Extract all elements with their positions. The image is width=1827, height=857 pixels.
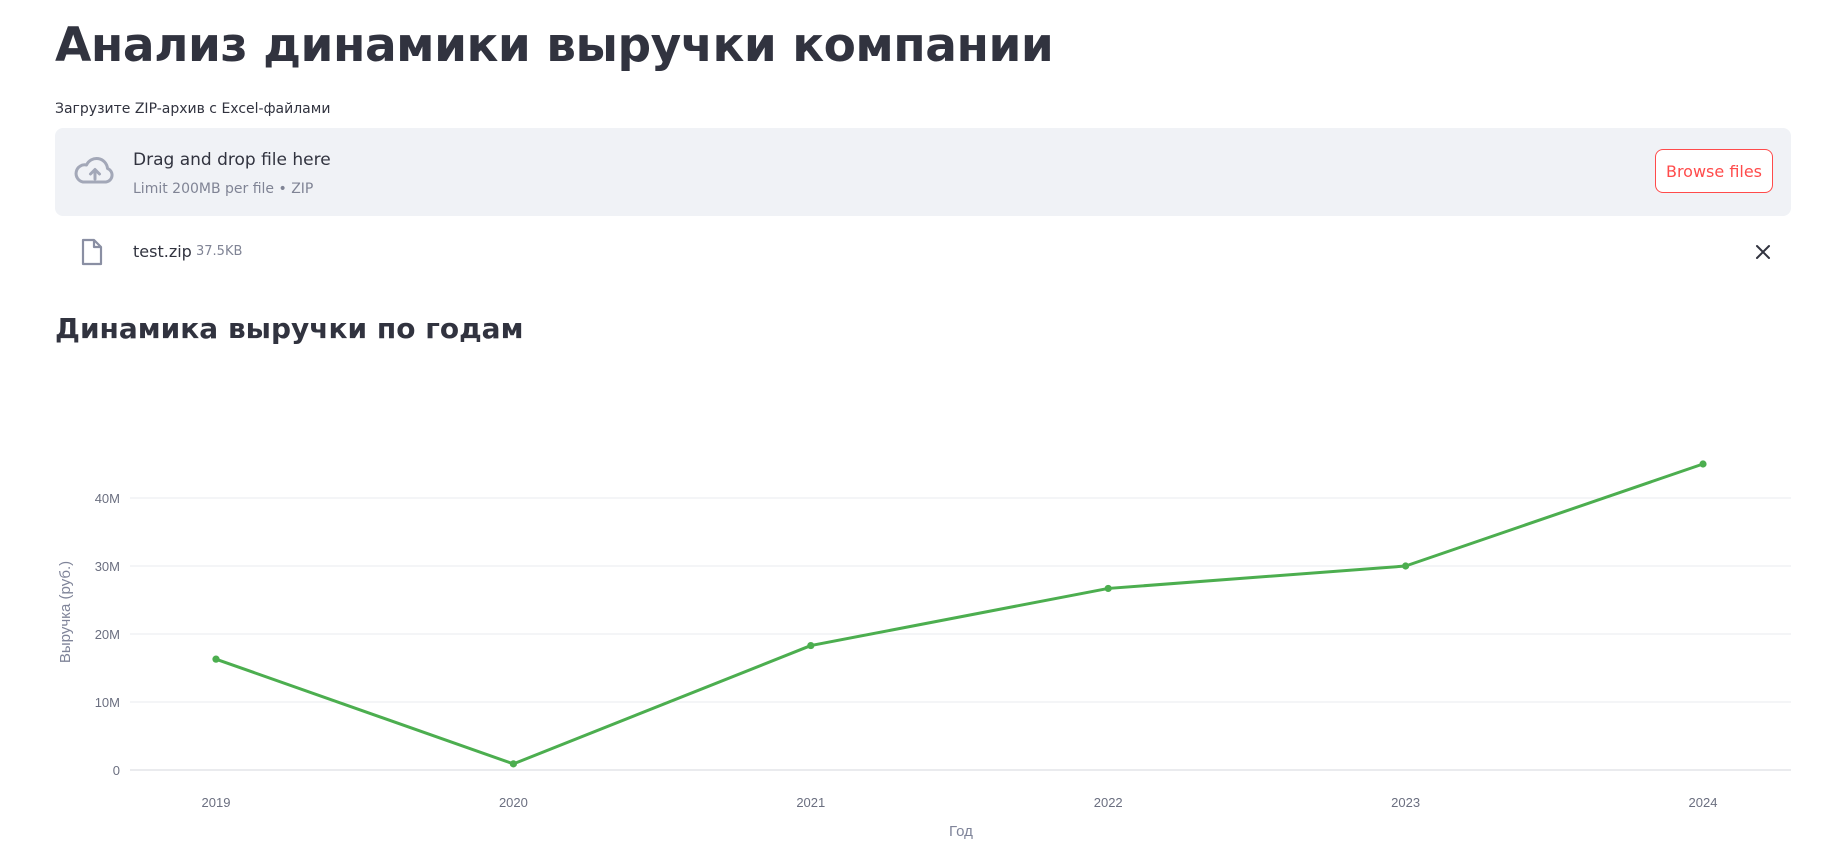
data-point	[1104, 584, 1112, 593]
x-tick-label: 2023	[1391, 795, 1420, 810]
x-tick-label: 2022	[1094, 795, 1123, 810]
data-point	[1402, 562, 1410, 570]
series-line	[214, 462, 1705, 766]
x-tick-label: 2021	[796, 795, 825, 810]
x-tick-label: 2019	[202, 795, 231, 810]
y-tick-label: 30M	[95, 559, 120, 574]
y-tick-label: 0	[113, 763, 120, 778]
y-tick-label: 10M	[95, 695, 120, 710]
data-point	[807, 641, 815, 650]
x-tick-label: 2020	[499, 795, 528, 810]
x-tick-label: 2024	[1689, 795, 1718, 810]
data-point	[509, 760, 517, 768]
y-axis-title: Выручка (руб.)	[57, 561, 74, 663]
x-axis-title: Год	[949, 823, 973, 840]
page: Анализ динамики выручки компании Загрузи…	[0, 0, 1827, 857]
y-tick-label: 40M	[95, 491, 120, 506]
revenue-line-chart: Выручка (руб.) Год 0 10M 20M 30M 40M 2019 2020…	[57, 460, 1791, 840]
data-point	[212, 655, 220, 663]
y-tick-label: 20M	[95, 627, 120, 642]
chart-gridlines	[130, 497, 1791, 771]
data-point	[1699, 460, 1707, 468]
